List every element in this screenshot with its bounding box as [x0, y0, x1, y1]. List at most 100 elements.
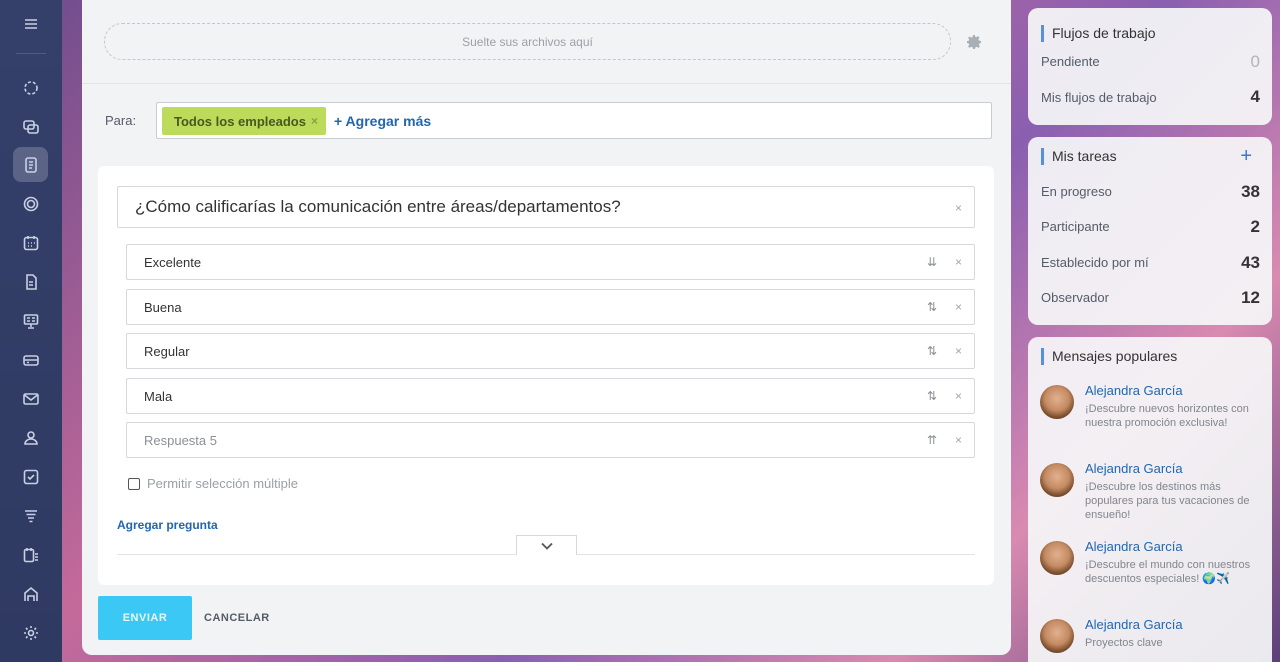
- mail-icon[interactable]: [13, 381, 48, 416]
- message-author[interactable]: Alejandra García: [1085, 617, 1183, 632]
- avatar: [1040, 619, 1074, 653]
- tasks-icon[interactable]: [13, 459, 48, 494]
- remove-answer-icon[interactable]: ×: [955, 433, 962, 447]
- expand-button[interactable]: [516, 535, 577, 555]
- sort-updown-icon[interactable]: ⇅: [927, 300, 937, 314]
- sort-updown-icon[interactable]: ⇅: [927, 389, 937, 403]
- answer-text: Regular: [144, 343, 190, 359]
- multiple-choice-checkbox[interactable]: [128, 477, 140, 490]
- message-item[interactable]: Alejandra García ¡Descubre nuevos horizo…: [1040, 383, 1265, 453]
- question-input[interactable]: ¿Cómo calificarías la comunicación entre…: [117, 186, 975, 228]
- pulse-icon[interactable]: [13, 186, 48, 221]
- workflows-widget: Flujos de trabajo Pendiente 0 Mis flujos…: [1028, 8, 1272, 125]
- message-text: ¡Descubre nuevos horizontes con nuestra …: [1085, 403, 1249, 429]
- menu-icon[interactable]: [13, 6, 48, 41]
- message-author[interactable]: Alejandra García: [1085, 461, 1183, 476]
- message-author[interactable]: Alejandra García: [1085, 383, 1183, 398]
- chevron-down-icon: [540, 542, 553, 550]
- observer-count: 12: [1241, 288, 1260, 307]
- poll-editor: ¿Cómo calificarías la comunicación entre…: [98, 166, 994, 585]
- workflow-row-pending[interactable]: Pendiente: [1041, 54, 1261, 69]
- recipients-field[interactable]: Todos los empleados × + Agregar más: [156, 102, 992, 139]
- answer-input-2[interactable]: Buena ⇅ ×: [126, 289, 975, 325]
- row-label: Observador: [1041, 290, 1109, 305]
- remove-tag-icon[interactable]: ×: [311, 114, 318, 128]
- widget-title: Mis tareas: [1041, 148, 1117, 165]
- filter-icon[interactable]: [13, 498, 48, 533]
- divider: [82, 83, 1011, 84]
- in-progress-count: 38: [1241, 182, 1260, 201]
- row-label: Establecido por mí: [1041, 255, 1149, 270]
- set-by-me-count: 43: [1241, 253, 1260, 272]
- add-task-icon[interactable]: +: [1240, 145, 1252, 168]
- answer-input-3[interactable]: Regular ⇅ ×: [126, 333, 975, 369]
- remove-answer-icon[interactable]: ×: [955, 255, 962, 269]
- task-row-in-progress[interactable]: En progreso: [1041, 184, 1261, 199]
- row-label: Participante: [1041, 219, 1110, 234]
- chat-icon[interactable]: [13, 109, 48, 144]
- row-label: Mis flujos de trabajo: [1041, 90, 1157, 105]
- message-text: ¡Descubre el mundo con nuestros descuent…: [1085, 559, 1251, 585]
- file-drop-zone[interactable]: Suelte sus archivos aquí: [104, 23, 951, 60]
- answer-text: Excelente: [144, 254, 202, 270]
- contacts-icon[interactable]: [13, 420, 48, 455]
- add-question-link[interactable]: Agregar pregunta: [117, 518, 218, 532]
- task-row-participant[interactable]: Participante: [1041, 219, 1261, 234]
- feed-icon[interactable]: [13, 147, 48, 182]
- popular-messages-widget: Mensajes populares Alejandra García ¡Des…: [1028, 337, 1272, 662]
- answer-input-5[interactable]: Respuesta 5 ⇈ ×: [126, 422, 975, 458]
- settings-icon[interactable]: [13, 615, 48, 650]
- row-label: En progreso: [1041, 184, 1112, 199]
- task-row-set-by-me[interactable]: Establecido por mí: [1041, 255, 1261, 270]
- message-item[interactable]: Alejandra García Proyectos clave: [1040, 617, 1265, 657]
- remove-answer-icon[interactable]: ×: [955, 344, 962, 358]
- recipient-tag-label: Todos los empleados: [174, 113, 306, 129]
- multiple-choice-option[interactable]: Permitir selección múltiple: [128, 476, 298, 491]
- widget-title: Mensajes populares: [1041, 348, 1177, 365]
- remove-answer-icon[interactable]: ×: [955, 300, 962, 314]
- avatar: [1040, 385, 1074, 419]
- avatar: [1040, 463, 1074, 497]
- remove-question-icon[interactable]: ×: [955, 201, 962, 215]
- to-label: Para:: [105, 113, 137, 128]
- sort-up-icon[interactable]: ⇈: [927, 433, 937, 447]
- sort-down-icon[interactable]: ⇊: [927, 255, 937, 269]
- answer-text: Buena: [144, 299, 182, 315]
- left-sidebar: [0, 0, 62, 662]
- rail-divider: [16, 53, 46, 54]
- participant-count: 2: [1250, 217, 1260, 236]
- recipient-tag[interactable]: Todos los empleados ×: [162, 107, 326, 135]
- message-item[interactable]: Alejandra García ¡Descubre los destinos …: [1040, 461, 1265, 531]
- cancel-button[interactable]: CANCELAR: [204, 612, 270, 624]
- row-label: Pendiente: [1041, 54, 1100, 69]
- my-workflows-count: 4: [1250, 87, 1260, 106]
- sort-updown-icon[interactable]: ⇅: [927, 344, 937, 358]
- message-item[interactable]: Alejandra García ¡Descubre el mundo con …: [1040, 539, 1265, 609]
- message-author[interactable]: Alejandra García: [1085, 539, 1183, 554]
- message-text: Proyectos clave: [1085, 637, 1163, 649]
- send-button[interactable]: ENVIAR: [98, 596, 192, 640]
- activity-icon[interactable]: [13, 70, 48, 105]
- question-text: ¿Cómo calificarías la comunicación entre…: [135, 197, 621, 216]
- pending-count: 0: [1250, 52, 1260, 71]
- add-more-recipients-link[interactable]: + Agregar más: [334, 113, 431, 129]
- answer-input-1[interactable]: Excelente ⇊ ×: [126, 244, 975, 280]
- avatar: [1040, 541, 1074, 575]
- widget-title: Flujos de trabajo: [1041, 25, 1156, 42]
- calendar-icon[interactable]: [13, 225, 48, 260]
- task-row-observer[interactable]: Observador: [1041, 290, 1261, 305]
- remove-answer-icon[interactable]: ×: [955, 389, 962, 403]
- multiple-choice-label: Permitir selección múltiple: [147, 476, 298, 491]
- answer-input-4[interactable]: Mala ⇅ ×: [126, 378, 975, 414]
- sites-icon[interactable]: [13, 576, 48, 611]
- planner-icon[interactable]: [13, 537, 48, 572]
- document-icon[interactable]: [13, 264, 48, 299]
- storage-icon[interactable]: [13, 342, 48, 377]
- answer-placeholder: Respuesta 5: [144, 432, 217, 448]
- message-text: ¡Descubre los destinos más populares par…: [1085, 481, 1250, 521]
- workflow-row-mine[interactable]: Mis flujos de trabajo: [1041, 90, 1261, 105]
- answer-text: Mala: [144, 388, 173, 404]
- boards-icon[interactable]: [13, 303, 48, 338]
- gear-icon[interactable]: [965, 33, 983, 51]
- tasks-widget: Mis tareas + En progreso 38 Participante…: [1028, 137, 1272, 325]
